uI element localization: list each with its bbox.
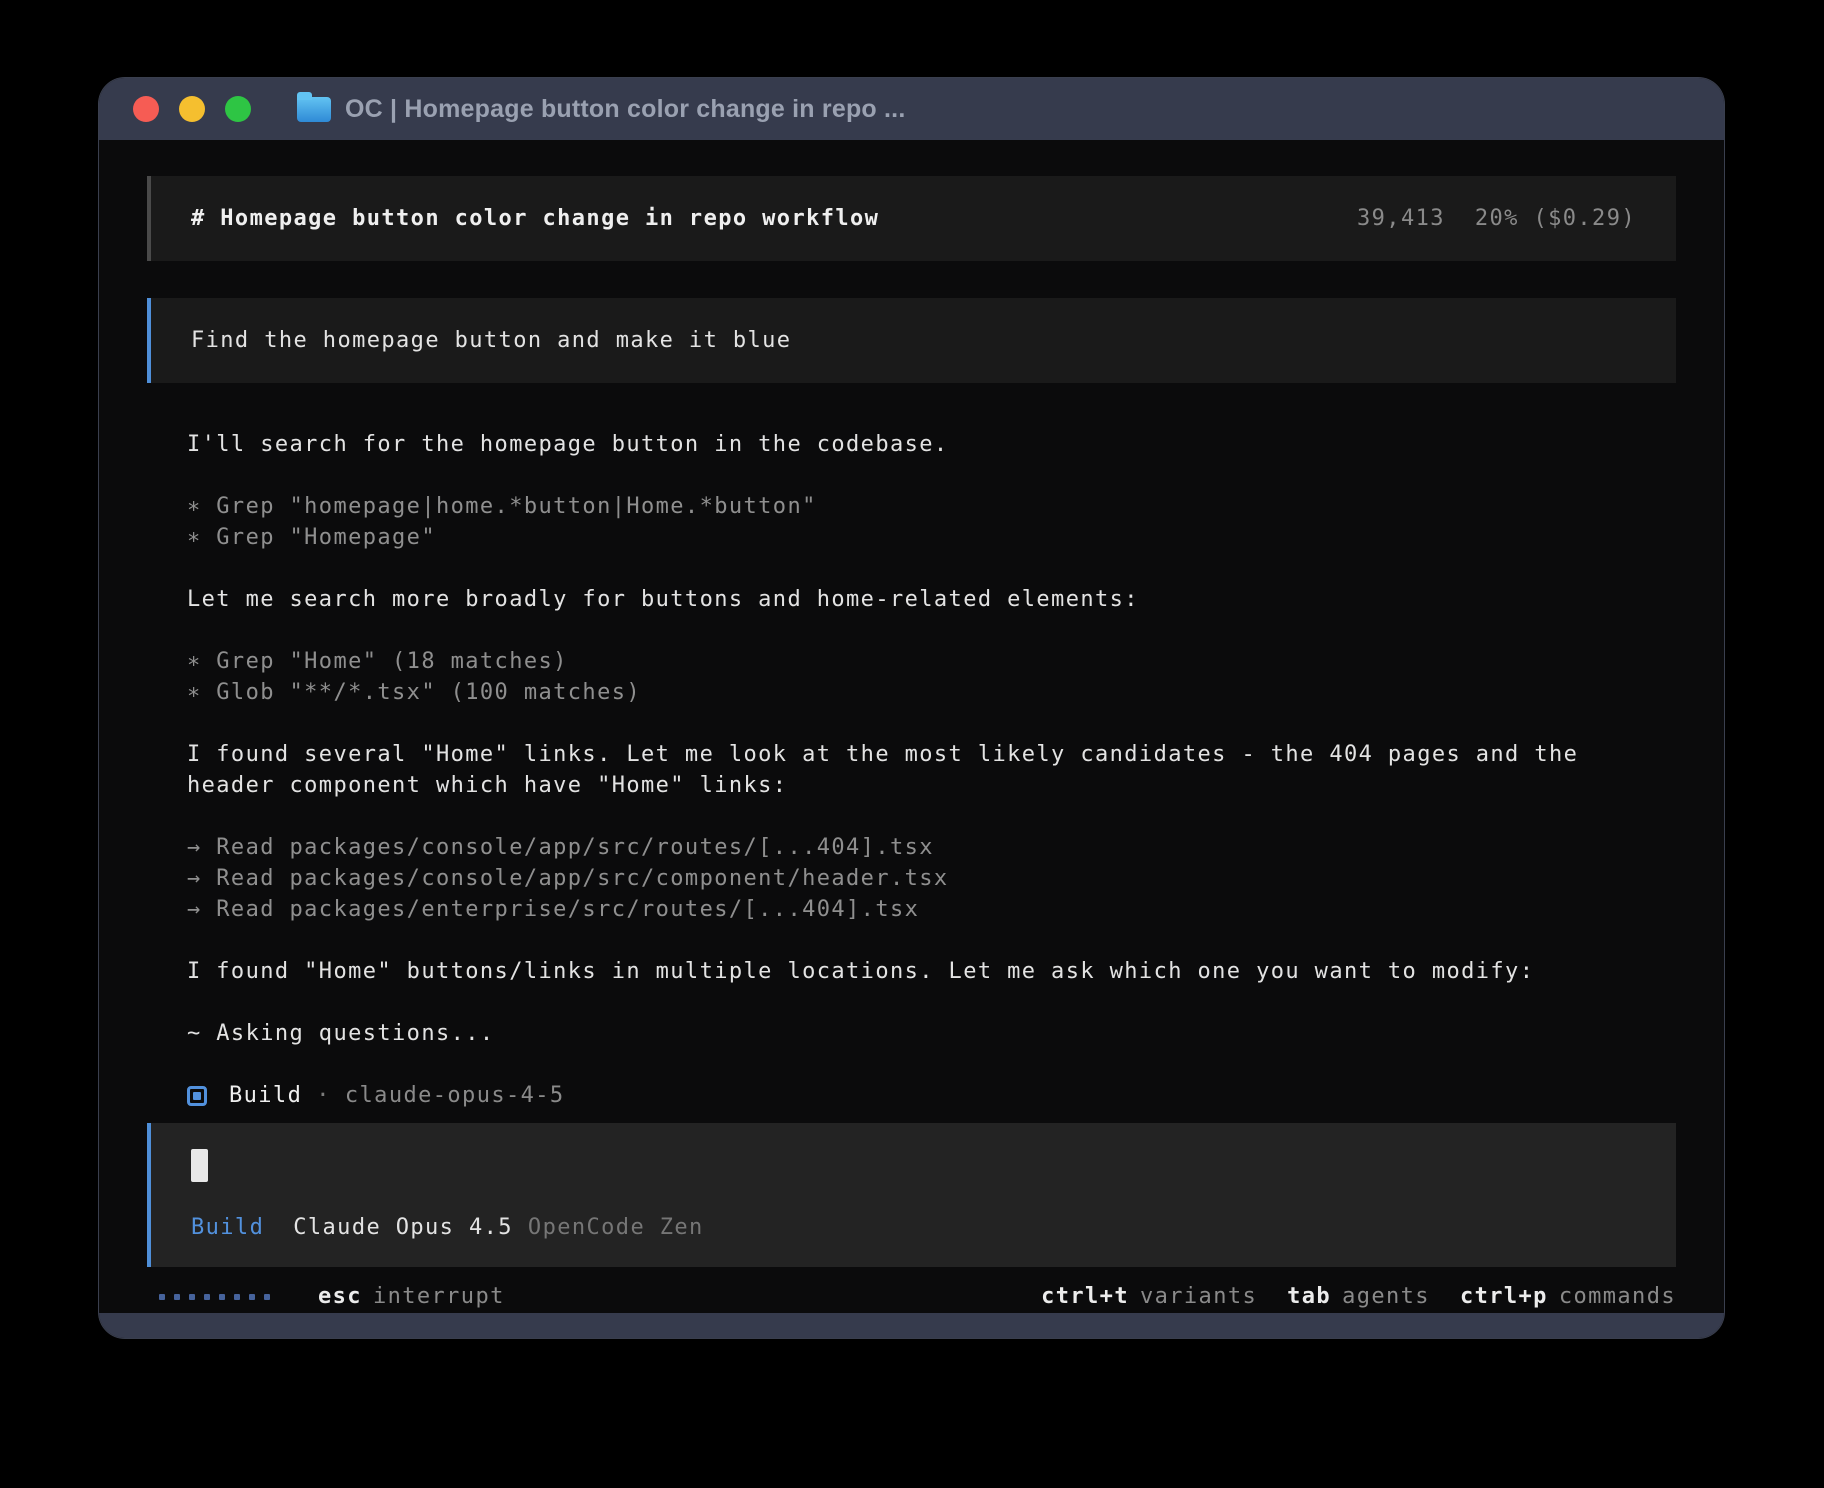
keybind-key: esc	[318, 1281, 362, 1312]
zoom-button[interactable]	[225, 96, 251, 122]
window-footer-strip	[99, 1313, 1724, 1338]
keybind-key: ctrl+p	[1460, 1281, 1548, 1312]
terminal-window: OC | Homepage button color change in rep…	[99, 78, 1724, 1338]
input-model-label[interactable]: Claude Opus 4.5	[293, 1212, 513, 1243]
tool-call-grep: ∗ Grep "Home" (18 matches)	[187, 646, 1676, 677]
flex-spacer	[147, 1111, 1676, 1123]
assistant-text: I found several "Home" links. Let me loo…	[187, 739, 1676, 770]
session-title: # Homepage button color change in repo w…	[191, 203, 879, 234]
desktop-background: OC | Homepage button color change in rep…	[0, 0, 1824, 1488]
prompt-input[interactable]: Build Claude Opus 4.5 OpenCode Zen	[147, 1123, 1676, 1267]
keybind-key: ctrl+t	[1041, 1281, 1129, 1312]
assistant-text-paragraph: I found several "Home" links. Let me loo…	[147, 739, 1676, 801]
separator-dot: ·	[316, 1080, 331, 1111]
tool-call-read: → Read packages/enterprise/src/routes/[.…	[187, 894, 1676, 925]
agent-mode-icon	[187, 1086, 207, 1106]
input-agent-label[interactable]: Build	[191, 1212, 264, 1243]
text-cursor	[191, 1149, 208, 1182]
tool-call-glob: ∗ Glob "**/*.tsx" (100 matches)	[187, 677, 1676, 708]
user-message: Find the homepage button and make it blu…	[147, 298, 1676, 383]
keybind-commands: ctrl+p commands	[1460, 1281, 1676, 1312]
minimize-button[interactable]	[179, 96, 205, 122]
terminal-content: # Homepage button color change in repo w…	[99, 140, 1724, 1313]
folder-icon	[297, 97, 331, 122]
assistant-text: I'll search for the homepage button in t…	[187, 429, 1676, 460]
session-header: # Homepage button color change in repo w…	[147, 176, 1676, 261]
assistant-text: header component which have "Home" links…	[187, 770, 1676, 801]
status-bar: esc interrupt ctrl+t variants tab agents…	[147, 1281, 1676, 1312]
traffic-lights	[133, 96, 251, 122]
keybind-key: tab	[1287, 1281, 1331, 1312]
tool-call-grep: ∗ Grep "Homepage"	[187, 522, 1676, 553]
context-and-cost: 20% ($0.29)	[1475, 203, 1636, 234]
window-titlebar[interactable]: OC | Homepage button color change in rep…	[99, 78, 1724, 140]
input-provider-label: OpenCode Zen	[528, 1212, 704, 1243]
asking-questions-status: ~ Asking questions...	[187, 1018, 1676, 1049]
keybind-label: interrupt	[373, 1281, 505, 1312]
input-meta-row: Build Claude Opus 4.5 OpenCode Zen	[191, 1212, 1636, 1243]
window-title: OC | Homepage button color change in rep…	[345, 95, 905, 124]
spinner-dots	[159, 1294, 270, 1300]
tool-call-group: ∗ Grep "Home" (18 matches) ∗ Glob "**/*.…	[147, 646, 1676, 708]
keybind-label: agents	[1342, 1281, 1430, 1312]
token-count: 39,413	[1357, 203, 1445, 234]
tool-call-read: → Read packages/console/app/src/componen…	[187, 863, 1676, 894]
user-message-text: Find the homepage button and make it blu…	[191, 328, 791, 353]
keybind-hints-right: ctrl+t variants tab agents ctrl+p comman…	[1041, 1281, 1676, 1312]
agent-model: claude-opus-4-5	[345, 1080, 565, 1111]
tool-call-group: → Read packages/console/app/src/routes/[…	[147, 832, 1676, 925]
agent-name: Build	[229, 1080, 302, 1111]
assistant-text: I found "Home" buttons/links in multiple…	[187, 956, 1676, 987]
tool-call-group: ∗ Grep "homepage|home.*button|Home.*butt…	[147, 491, 1676, 553]
keybind-interrupt: esc interrupt	[318, 1281, 505, 1312]
session-stats: 39,413 20% ($0.29)	[1357, 203, 1636, 234]
keybind-variants: ctrl+t variants	[1041, 1281, 1257, 1312]
keybind-label: commands	[1559, 1281, 1676, 1312]
keybind-label: variants	[1140, 1281, 1257, 1312]
assistant-text: Let me search more broadly for buttons a…	[187, 584, 1676, 615]
tool-call-read: → Read packages/console/app/src/routes/[…	[187, 832, 1676, 863]
close-button[interactable]	[133, 96, 159, 122]
keybind-agents: tab agents	[1287, 1281, 1430, 1312]
agent-status-row: Build · claude-opus-4-5	[187, 1080, 1676, 1111]
tool-call-grep: ∗ Grep "homepage|home.*button|Home.*butt…	[187, 491, 1676, 522]
